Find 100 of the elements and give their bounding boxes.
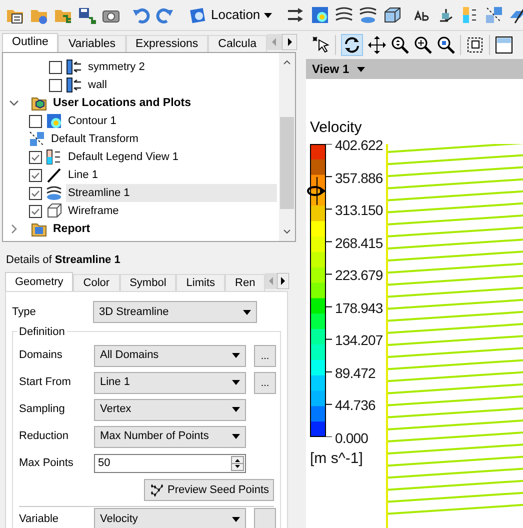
legend-icon xyxy=(46,149,62,165)
dropdown[interactable]: Vertex xyxy=(94,398,246,420)
zoom-in-icon[interactable] xyxy=(414,36,432,54)
scrollbar-thumb[interactable] xyxy=(280,117,294,209)
caret-icon xyxy=(264,12,272,18)
boundary-icon xyxy=(66,59,82,75)
field-label: Type xyxy=(12,304,37,320)
undo-icon[interactable] xyxy=(132,6,150,24)
details-tab[interactable]: Limits xyxy=(176,274,226,291)
boundary-icon xyxy=(66,77,82,93)
field-label: Start From xyxy=(19,375,72,390)
tree-item[interactable]: wall xyxy=(86,76,109,94)
scroll-up-icon[interactable] xyxy=(283,59,291,65)
legend-value: 402.622 xyxy=(335,137,383,153)
caret-icon xyxy=(232,353,240,358)
viewport-icon[interactable] xyxy=(495,36,513,54)
checkbox[interactable] xyxy=(29,204,42,218)
more-button[interactable]: ... xyxy=(254,372,276,394)
number-field[interactable]: 50 xyxy=(94,454,246,473)
contour-icon[interactable] xyxy=(311,6,330,24)
dropdown[interactable]: Line 1 xyxy=(94,372,246,394)
caret-icon xyxy=(232,380,240,385)
tree-item[interactable]: Streamline 1 xyxy=(66,184,277,202)
caret-icon xyxy=(232,407,240,412)
panel-tab[interactable]: Expressions xyxy=(126,35,208,52)
dropdown[interactable]: Max Number of Points xyxy=(94,426,246,448)
tree-item[interactable]: User Locations and Plots xyxy=(51,94,194,112)
fit-view-icon[interactable] xyxy=(466,36,484,54)
caret-icon xyxy=(232,434,240,439)
transform-icon xyxy=(29,131,45,147)
checkbox[interactable] xyxy=(49,78,62,92)
scroll-right-icon[interactable] xyxy=(277,273,290,289)
select-icon[interactable] xyxy=(312,36,330,54)
checkbox[interactable] xyxy=(49,60,62,74)
redo-icon[interactable] xyxy=(156,6,174,24)
checkbox[interactable] xyxy=(29,168,42,182)
legend-title: Velocity xyxy=(310,118,362,138)
tree-item[interactable]: Report xyxy=(51,220,92,238)
legend-value: 134.207 xyxy=(335,332,383,348)
rotate-icon[interactable] xyxy=(341,34,363,56)
legend-value: 44.736 xyxy=(335,397,376,414)
legend-value: 0.000 xyxy=(335,430,368,446)
legend-value: 223.679 xyxy=(335,267,383,284)
details-tab[interactable]: Color xyxy=(73,274,120,291)
details-tab[interactable]: Symbol xyxy=(120,274,176,291)
tree-item[interactable]: Default Transform xyxy=(49,130,140,148)
details-tab[interactable]: Ren xyxy=(225,274,266,291)
tree-item[interactable]: symmetry 2 xyxy=(86,58,147,76)
cube-icon[interactable] xyxy=(383,6,402,24)
contour-icon xyxy=(46,113,62,129)
pan-icon[interactable] xyxy=(368,36,386,54)
tree-item[interactable]: Line 1 xyxy=(66,166,100,184)
legend-value: 89.472 xyxy=(335,364,376,381)
streamline-icon[interactable] xyxy=(359,6,378,24)
tree-item[interactable]: Contour 1 xyxy=(66,112,118,130)
folder-icon xyxy=(31,221,47,237)
checkbox[interactable] xyxy=(29,186,42,200)
checkbox[interactable] xyxy=(29,114,42,128)
legend-value: 357.886 xyxy=(335,170,383,186)
preview-seed-points-button[interactable]: Preview Seed Points xyxy=(144,479,274,501)
location-button[interactable]: Location xyxy=(186,3,276,27)
legend-value: 268.415 xyxy=(335,234,383,251)
zoom-icon[interactable] xyxy=(391,36,409,54)
location-icon xyxy=(189,6,207,24)
panel-tab[interactable]: Variables xyxy=(58,35,126,52)
dropdown[interactable]: All Domains xyxy=(94,344,246,366)
scrollbar[interactable] xyxy=(279,53,295,241)
transform-icon[interactable] xyxy=(485,6,504,24)
tree-item[interactable]: Wireframe xyxy=(66,202,121,220)
dropdown[interactable]: 3D Streamline xyxy=(93,301,257,323)
vector-icon[interactable] xyxy=(287,6,306,24)
caret-icon xyxy=(243,310,251,314)
dropdown[interactable]: Velocity xyxy=(94,508,246,528)
details-tab[interactable]: Geometry xyxy=(5,272,74,291)
more-button[interactable]: ... xyxy=(254,344,276,366)
expand-icon[interactable] xyxy=(9,224,19,234)
tree-item[interactable]: Default Legend View 1 xyxy=(66,148,180,166)
legend-value: 313.150 xyxy=(335,202,383,218)
clip-plane-icon[interactable] xyxy=(509,6,523,24)
caret-icon xyxy=(232,516,240,522)
legend-value: 178.943 xyxy=(335,300,383,316)
field-label: Reduction xyxy=(19,429,70,444)
streamline-icon xyxy=(46,185,62,201)
seed-points-icon xyxy=(148,483,164,497)
spinner-arrows-icon[interactable] xyxy=(231,456,244,471)
panel-tab[interactable]: Calcula xyxy=(208,35,267,52)
field-label: Variable xyxy=(19,512,60,527)
details-title: Details of Streamline 1 xyxy=(6,253,120,266)
scroll-right-icon[interactable] xyxy=(282,34,297,50)
panel-tab[interactable]: Outline xyxy=(2,33,58,52)
legend-units: [m s^-1] xyxy=(310,449,363,469)
folder-icon xyxy=(31,95,47,111)
checkbox[interactable] xyxy=(29,150,42,164)
field-label: Domains xyxy=(19,348,64,364)
scroll-down-icon[interactable] xyxy=(283,229,291,235)
collapse-icon[interactable] xyxy=(9,98,19,108)
rotate-cursor-icon xyxy=(306,177,328,205)
zoom-box-icon[interactable] xyxy=(437,36,455,54)
wireframe-icon xyxy=(46,203,62,219)
save-icon[interactable] xyxy=(78,6,96,24)
